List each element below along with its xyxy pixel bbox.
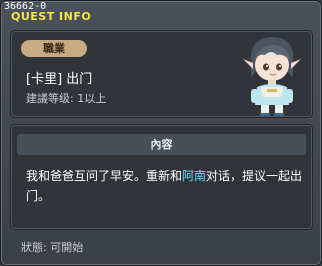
quest-info-window: 36662-0 QUEST INFO 職業 [卡里] 出门 建議等级: 1以上 — [0, 0, 322, 266]
npc-portrait-icon — [243, 37, 301, 116]
content-text: 我和爸爸互问了早安。重新和阿南对话，提议一起出门。 — [26, 166, 306, 206]
quest-status: 狀態: 可開始 — [21, 241, 84, 254]
content-header: 內容 — [17, 134, 306, 155]
content-text-part1: 我和爸爸互问了早安。重新和 — [26, 169, 183, 183]
quest-summary-panel: 職業 [卡里] 出门 建議等级: 1以上 — [10, 30, 313, 118]
quest-content-panel: 內容 我和爸爸互问了早安。重新和阿南对话，提议一起出门。 — [10, 124, 313, 230]
job-badge: 職業 — [21, 40, 87, 57]
npc-name-link: 阿南 — [182, 169, 207, 183]
window-title: QUEST INFO — [11, 10, 92, 23]
quest-name: [卡里] 出门 — [26, 72, 93, 87]
level-requirement: 建議等级: 1以上 — [26, 92, 107, 105]
